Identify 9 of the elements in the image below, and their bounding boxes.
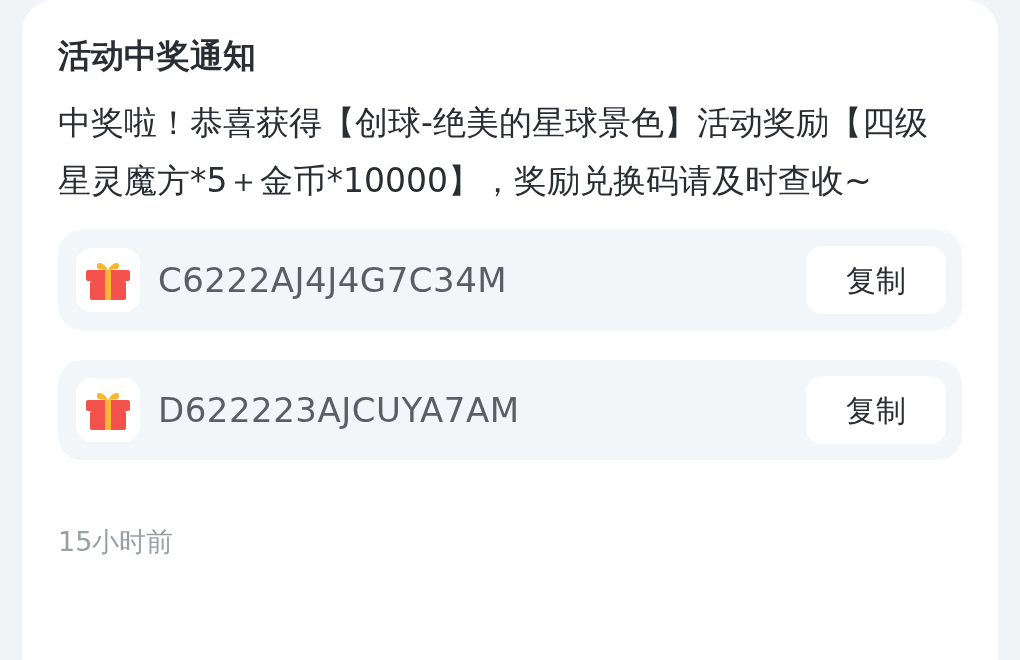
timestamp: 15小时前 xyxy=(58,525,175,559)
copy-button[interactable]: 复制 xyxy=(806,376,946,444)
redeem-code: C6222AJ4J4G7C34M xyxy=(158,258,509,302)
gift-icon xyxy=(76,248,140,312)
gift-icon xyxy=(76,378,140,442)
redeem-code: D622223AJCUYA7AM xyxy=(158,388,521,432)
copy-button[interactable]: 复制 xyxy=(806,246,946,314)
notification-title: 活动中奖通知 xyxy=(58,35,257,77)
notification-message: 中奖啦！恭喜获得【创球-绝美的星球景色】活动奖励【四级星灵魔方*5＋金币*10000】，奖励兑换码请及时查收~ xyxy=(58,102,929,202)
